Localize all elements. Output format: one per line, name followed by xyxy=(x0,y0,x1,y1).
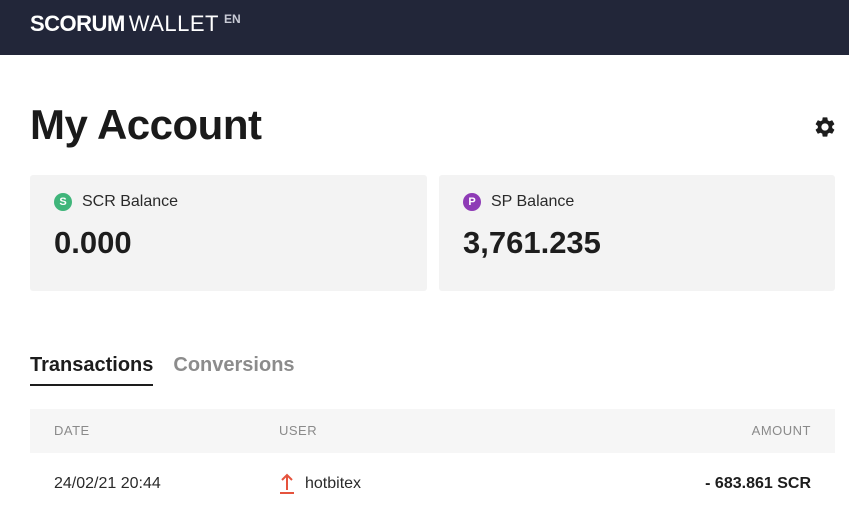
logo[interactable]: SCORUM WALLET xyxy=(30,11,219,37)
table-header: DATE USER AMOUNT xyxy=(30,409,835,453)
tabs: Transactions Conversions xyxy=(30,354,315,386)
scr-balance-label: SCR Balance xyxy=(82,193,179,210)
column-header-user: USER xyxy=(279,423,318,438)
column-header-amount: AMOUNT xyxy=(751,423,811,438)
tab-conversions[interactable]: Conversions xyxy=(173,354,294,386)
sp-balance-label: SP Balance xyxy=(491,193,575,210)
logo-product: WALLET xyxy=(128,11,219,36)
scr-balance-card: S SCR Balance 0.000 xyxy=(30,175,427,291)
page-title: My Account xyxy=(30,101,262,148)
column-header-date: DATE xyxy=(54,423,90,438)
tab-transactions[interactable]: Transactions xyxy=(30,354,154,386)
transaction-date: 24/02/21 20:44 xyxy=(54,475,161,492)
logo-brand: SCORUM xyxy=(30,11,125,36)
transaction-user-link[interactable]: hotbitex xyxy=(305,475,361,493)
top-bar: SCORUM WALLET EN xyxy=(0,0,849,55)
gear-icon xyxy=(815,117,835,137)
scr-balance-value: 0.000 xyxy=(54,225,132,260)
sp-balance-card: P SP Balance 3,761.235 xyxy=(439,175,835,291)
scr-coin-icon: S xyxy=(54,193,72,211)
transaction-amount: - 683.861 SCR xyxy=(705,475,811,492)
settings-button[interactable] xyxy=(813,115,837,139)
language-switcher[interactable]: EN xyxy=(224,12,241,26)
arrow-up-icon xyxy=(280,473,294,494)
sp-balance-value: 3,761.235 xyxy=(463,225,601,260)
sp-power-icon: P xyxy=(463,193,481,211)
transaction-user: hotbitex xyxy=(279,473,361,495)
table-row: 24/02/21 20:44 hotbitex - 683.861 SCR xyxy=(30,453,835,511)
